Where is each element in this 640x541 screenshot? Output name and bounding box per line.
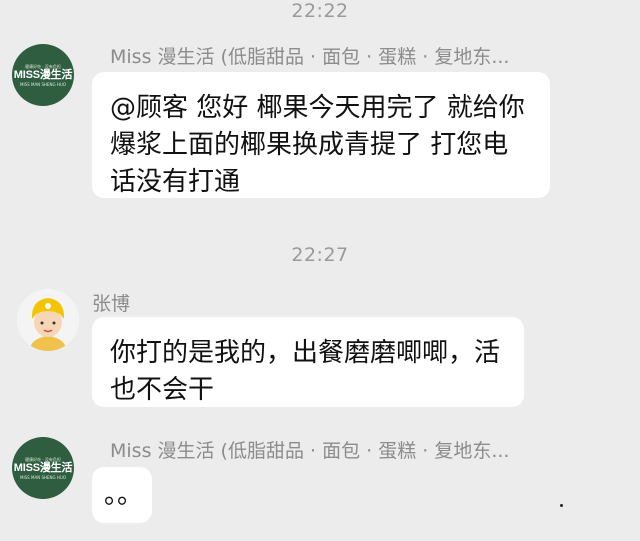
message-bubble[interactable]: 。。 xyxy=(92,467,152,523)
timestamp: 22:22 xyxy=(291,0,349,22)
message-bubble[interactable]: 你打的是我的，出餐磨磨唧唧，活也不会干 xyxy=(92,317,524,407)
message-text: 。。 xyxy=(104,480,144,510)
timestamp: 22:27 xyxy=(291,244,349,266)
cartoon-person-icon xyxy=(17,289,79,351)
speck xyxy=(560,504,563,507)
store-avatar[interactable]: 健康好吃 · 没有负担 MISS漫生活 MISS MAN SHENG HUO xyxy=(12,437,74,499)
chat-conversation: 22:22 健康好吃 · 没有负担 MISS漫生活 MISS MAN SHENG… xyxy=(0,0,640,541)
avatar-subline: MISS MAN SHENG HUO xyxy=(20,81,66,87)
user-avatar[interactable] xyxy=(17,289,79,351)
message-text: 你打的是我的，出餐磨磨唧唧，活也不会干 xyxy=(110,338,501,405)
avatar-brand-text: MISS漫生活 xyxy=(13,461,73,474)
avatar-subline: MISS MAN SHENG HUO xyxy=(20,474,66,480)
avatar-brand-text: MISS漫生活 xyxy=(13,68,73,81)
sender-name: Miss 漫生活 (低脂甜品 · 面包 · 蛋糕 · 复地东... xyxy=(110,440,510,462)
message-text: @顾客 您好 椰果今天用完了 就给你爆浆上面的椰果换成青提了 打您电话没有打通 xyxy=(110,93,525,197)
message-bubble[interactable]: @顾客 您好 椰果今天用完了 就给你爆浆上面的椰果换成青提了 打您电话没有打通 xyxy=(92,72,550,198)
store-avatar[interactable]: 健康好吃 · 没有负担 MISS漫生活 MISS MAN SHENG HUO xyxy=(12,44,74,106)
sender-name: Miss 漫生活 (低脂甜品 · 面包 · 蛋糕 · 复地东... xyxy=(110,46,510,68)
sender-name: 张博 xyxy=(92,293,131,315)
